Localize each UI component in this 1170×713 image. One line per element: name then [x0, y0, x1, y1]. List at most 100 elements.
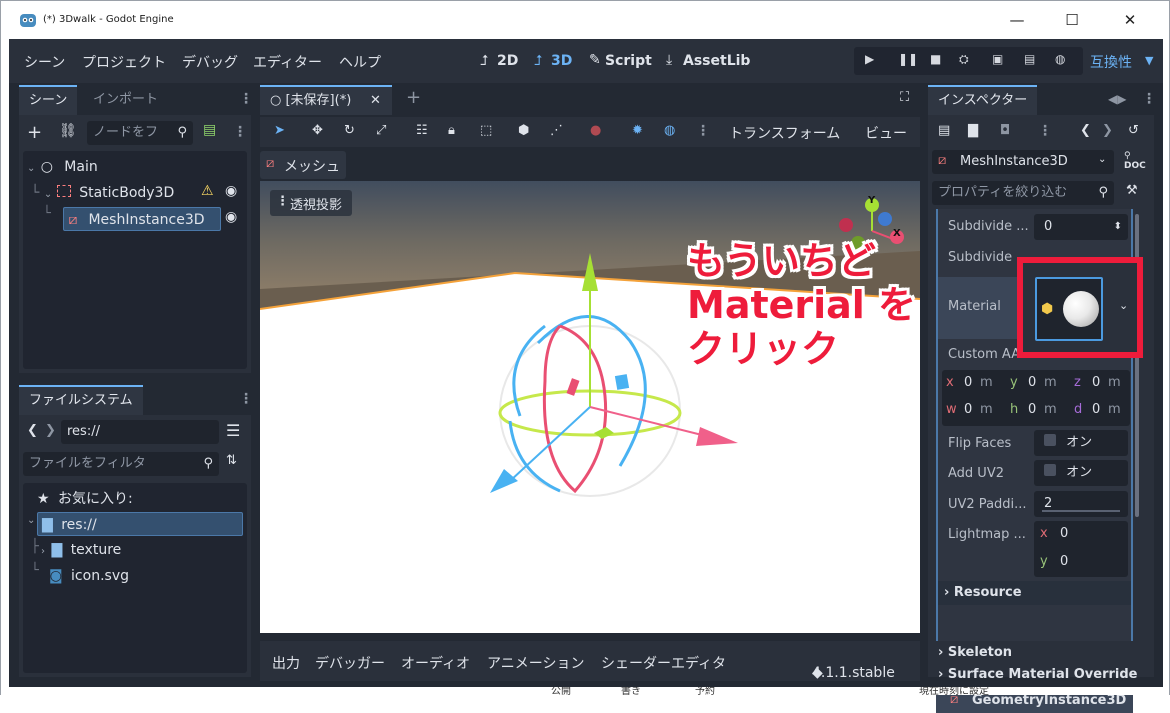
mode-script-button[interactable]: Script	[605, 53, 652, 69]
forward-icon[interactable]: ❯	[45, 423, 56, 438]
inspector-menu-icon[interactable]: ⋮	[1038, 123, 1052, 139]
transform-menu[interactable]: トランスフォーム	[729, 123, 840, 143]
environment-icon[interactable]: ◍	[664, 123, 675, 138]
select-tool-icon[interactable]: ➤	[274, 123, 285, 138]
open-folder-icon[interactable]: ▇	[968, 123, 978, 138]
close-window-button[interactable]: ✕	[1107, 7, 1153, 33]
aabb-w-value[interactable]: 0	[964, 402, 972, 417]
prop-subdivide-value[interactable]: 0 ⬍	[1034, 214, 1128, 240]
play-custom-icon[interactable]: ▤	[1024, 52, 1035, 66]
visibility-eye-icon[interactable]: ◉	[225, 183, 237, 199]
tab-inspector[interactable]: インスペクター	[928, 85, 1038, 115]
section-surface-material[interactable]: › Surface Material Override	[938, 667, 1138, 682]
group-icon[interactable]: ⬚	[480, 123, 492, 138]
list-select-icon[interactable]: ☷	[416, 123, 428, 138]
aabb-z-value[interactable]: 0	[1092, 375, 1100, 390]
save-icon[interactable]: ◘	[1000, 123, 1010, 138]
mode-assetlib-button[interactable]: AssetLib	[683, 53, 750, 69]
mode-2d-button[interactable]: 2D	[497, 53, 518, 69]
renderer-select[interactable]: 互換性	[1090, 52, 1132, 72]
aabb-grid[interactable]: x 0 m y 0 m z 0 m w 0 m h 0 m d 0 m	[942, 370, 1130, 426]
movie-maker-icon[interactable]: ◍	[1055, 52, 1065, 66]
move-tool-icon[interactable]: ✥	[312, 123, 323, 138]
mode-3d-button[interactable]: 3D	[551, 53, 572, 69]
material-resource-picker[interactable]: ⬢	[1035, 277, 1103, 341]
scene-tab[interactable]: ○ [未保存](*) ✕	[260, 85, 392, 115]
section-resource[interactable]: › Resource	[938, 581, 1131, 605]
prop-lightmap-size[interactable]: x 0 y 0	[1034, 521, 1128, 577]
gizmo-neg-x[interactable]	[839, 218, 853, 232]
menu-project[interactable]: プロジェクト	[82, 52, 166, 72]
gizmo-z-axis[interactable]	[878, 212, 892, 226]
tab-audio[interactable]: オーディオ	[401, 653, 470, 673]
scene-menu-icon[interactable]: ⋮	[233, 124, 247, 140]
back-icon[interactable]: ❮	[27, 423, 38, 438]
tab-debugger[interactable]: デバッガー	[315, 653, 385, 673]
tab-shader-editor[interactable]: シェーダーエディタ	[601, 653, 726, 673]
minimize-button[interactable]: —	[994, 7, 1040, 33]
aabb-h-value[interactable]: 0	[1028, 402, 1036, 417]
warning-icon[interactable]: ⚠	[201, 183, 214, 199]
object-select[interactable]: ⧄ MeshInstance3D ⌄	[932, 150, 1114, 174]
section-skeleton[interactable]: › Skeleton	[938, 645, 1012, 660]
scale-tool-icon[interactable]: ⤢	[376, 123, 386, 138]
add-tab-icon[interactable]: +	[406, 87, 421, 108]
prop-flip-faces-toggle[interactable]: オン	[1034, 430, 1128, 456]
maximize-button[interactable]: ☐	[1049, 7, 1095, 33]
tree-row-meshinstance[interactable]: ⧄ MeshInstance3D	[63, 207, 221, 231]
local-space-icon[interactable]: ⬢	[518, 123, 529, 138]
tree-row-staticbody[interactable]: └ ⌄ StaticBody3D	[31, 181, 174, 205]
tab-scene[interactable]: シーン	[19, 85, 78, 115]
file-row-res[interactable]: ▇ res://	[37, 512, 243, 536]
menu-help[interactable]: ヘルプ	[339, 52, 381, 72]
favorites-row[interactable]: ★ お気に入り:	[37, 487, 133, 511]
chevron-down-icon[interactable]: ▼	[1145, 54, 1153, 67]
menu-scene[interactable]: シーン	[24, 52, 65, 72]
tab-import[interactable]: インポート	[83, 85, 168, 115]
history-back-icon[interactable]: ❮	[1080, 123, 1091, 138]
dock-menu-icon[interactable]: ⋮	[239, 391, 253, 407]
chevron-down-icon[interactable]: ⌄	[1119, 299, 1128, 312]
lock-icon[interactable]: 🔒︎	[448, 123, 455, 138]
sun-icon[interactable]: ✹	[632, 123, 643, 138]
fullscreen-icon[interactable]: ⛶	[900, 90, 909, 105]
doc-icon[interactable]: ⚲ DOC	[1124, 151, 1146, 171]
prop-add-uv2-toggle[interactable]: オン	[1034, 460, 1128, 486]
node-filter-input[interactable]: ノードをフ ⚲	[87, 121, 193, 145]
prop-uv2-padding-slider[interactable]: 2	[1034, 491, 1128, 517]
tree-row-main[interactable]: ⌄ ○ Main	[27, 155, 98, 179]
lightmap-x-value[interactable]: 0	[1060, 526, 1068, 541]
sort-icon[interactable]: ⇅	[226, 453, 237, 468]
lightmap-y-value[interactable]: 0	[1060, 554, 1068, 569]
close-tab-icon[interactable]: ✕	[370, 87, 381, 114]
link-icon[interactable]: ⛓	[59, 123, 77, 139]
new-resource-icon[interactable]: ▤	[938, 123, 950, 138]
toolbar-more-icon[interactable]: ⋮	[696, 123, 710, 139]
attach-script-icon[interactable]: ▤	[203, 122, 216, 138]
dock-left-icon[interactable]: ◀▶	[1108, 92, 1126, 106]
pause-icon[interactable]: ❚❚	[898, 52, 918, 66]
aabb-d-value[interactable]: 0	[1092, 402, 1100, 417]
tools-icon[interactable]: ⚒	[1126, 183, 1138, 198]
rotate-tool-icon[interactable]: ↻	[344, 123, 355, 138]
snap-icon[interactable]: ⋰	[550, 123, 563, 138]
stop-icon[interactable]: ■	[930, 52, 941, 66]
add-node-icon[interactable]: +	[27, 122, 42, 143]
tab-animation[interactable]: アニメーション	[487, 653, 584, 673]
file-row-texture[interactable]: › ▇ texture	[41, 538, 121, 562]
property-filter-input[interactable]: プロパティを絞り込む ⚲	[932, 181, 1114, 205]
history-forward-icon[interactable]: ❯	[1102, 123, 1113, 138]
perspective-button[interactable]: ⋮ 透視投影	[270, 190, 352, 216]
split-view-icon[interactable]: ☰	[226, 421, 240, 440]
aabb-x-value[interactable]: 0	[964, 375, 972, 390]
dock-menu-icon[interactable]: ⋮	[1142, 91, 1156, 107]
file-filter-input[interactable]: ファイルをフィルタ ⚲	[23, 452, 219, 476]
view-menu[interactable]: ビュー	[865, 123, 907, 143]
tab-filesystem[interactable]: ファイルシステム	[19, 385, 143, 415]
mesh-menu[interactable]: ⧄ メッシュ	[260, 151, 346, 179]
visibility-eye-icon[interactable]: ◉	[225, 209, 237, 225]
menu-editor[interactable]: エディター	[253, 52, 322, 72]
camera-preview-icon[interactable]: ●	[590, 123, 601, 138]
remote-debug-icon[interactable]: ⛭	[959, 52, 969, 67]
tab-output[interactable]: 出力	[272, 653, 300, 673]
